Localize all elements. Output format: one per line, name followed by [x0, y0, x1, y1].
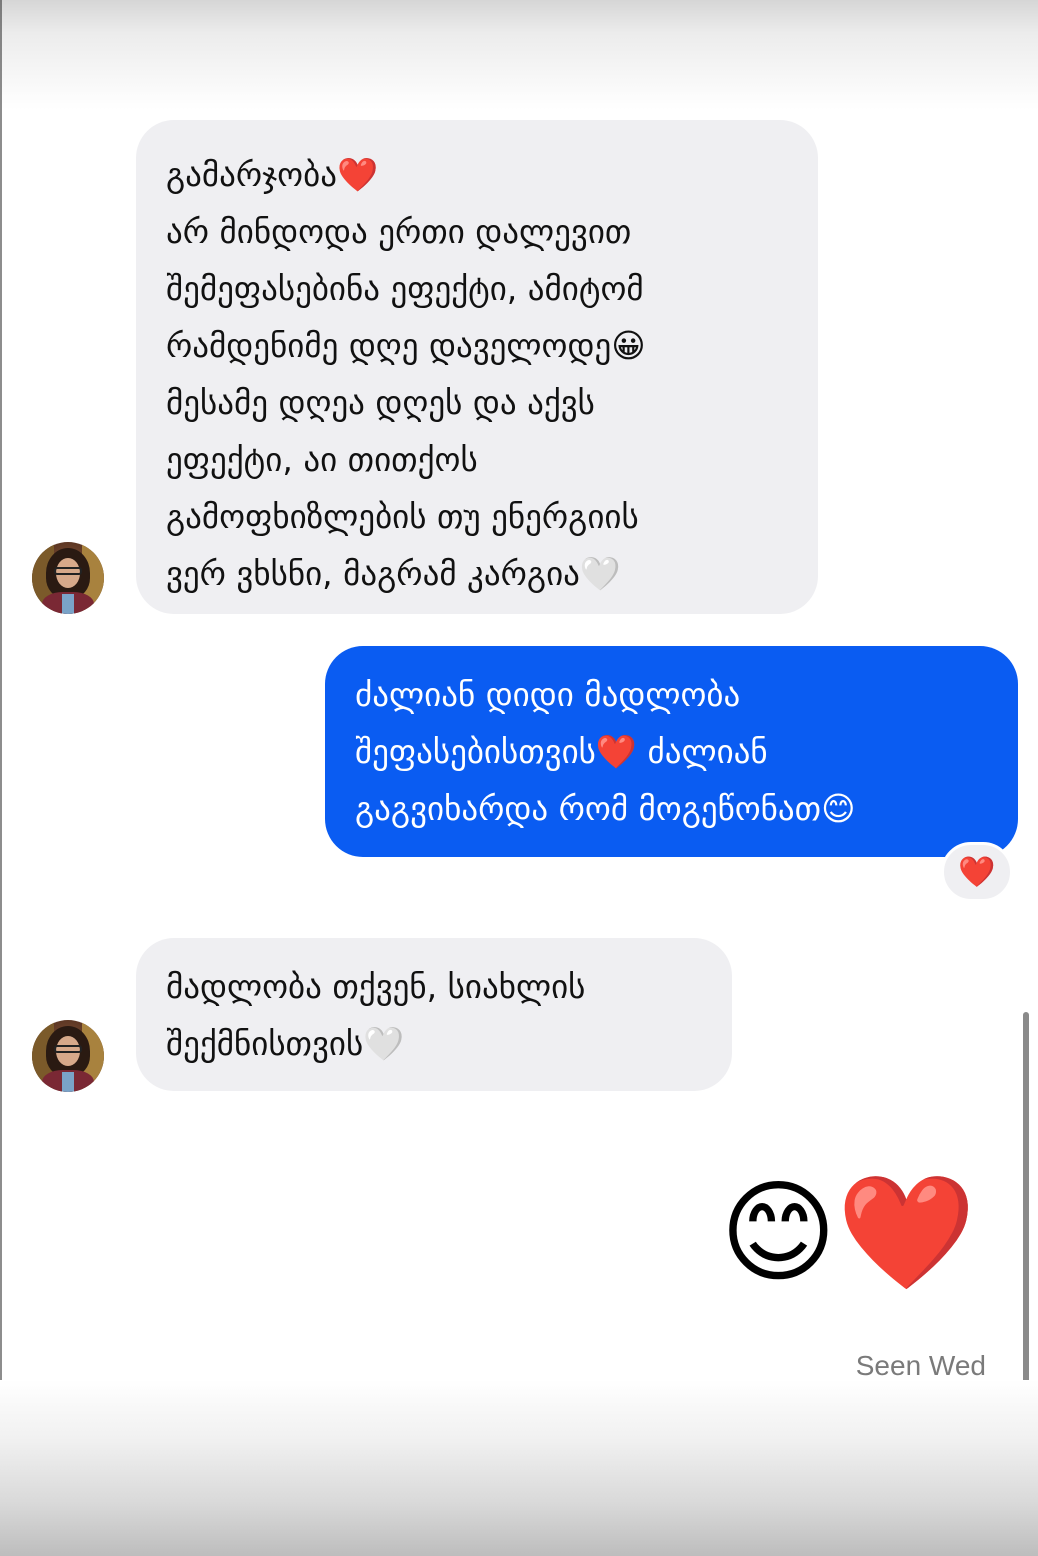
message-line: გამოფხიზლების თუ ენერგიის [166, 497, 639, 536]
avatar[interactable] [32, 1020, 104, 1092]
message-line: მესამე დღეა დღეს და აქვს [166, 383, 595, 422]
message-line: ძალიან დიდი მადლობა [355, 675, 741, 714]
message-line: არ მინდოდა ერთი დალევით [166, 212, 632, 251]
message-line: რამდენიმე დღე დაველოდე😀 [166, 326, 646, 365]
message-line: გამარჯობა❤️ [166, 155, 379, 194]
heart-reaction-badge[interactable]: ❤️ [941, 842, 1013, 902]
message-line: შემეფასებინა ეფექტი, ამიტომ [166, 269, 644, 308]
seen-status: Seen Wed [855, 1350, 986, 1381]
message-line: ეფექტი, აი თითქოს [166, 440, 478, 479]
heart-icon: ❤️ [958, 854, 996, 890]
scrollbar[interactable] [1023, 1012, 1029, 1414]
message-line: შექმნისთვის🤍 [166, 1024, 405, 1063]
bottom-fade [0, 1380, 1038, 1556]
left-edge-divider [0, 0, 2, 1556]
message-line: შეფასებისთვის❤️ ძალიან [355, 732, 768, 771]
message-line: გაგვიხარდა რომ მოგეწონათ😊 [355, 789, 856, 828]
top-header-fade [0, 0, 1038, 110]
outgoing-message-bubble[interactable]: ძალიან დიდი მადლობა შეფასებისთვის❤️ ძალი… [325, 646, 1018, 857]
message-line: მადლობა თქვენ, სიახლის [166, 967, 586, 1006]
emoji-message[interactable]: 😊❤️ [720, 1165, 976, 1301]
incoming-message-bubble[interactable]: მადლობა თქვენ, სიახლის შექმნისთვის🤍 [136, 938, 732, 1091]
avatar[interactable] [32, 542, 104, 614]
message-line: ვერ ვხსნი, მაგრამ კარგია🤍 [166, 554, 622, 593]
incoming-message-bubble[interactable]: გამარჯობა❤️ არ მინდოდა ერთი დალევით შემე… [136, 120, 818, 614]
